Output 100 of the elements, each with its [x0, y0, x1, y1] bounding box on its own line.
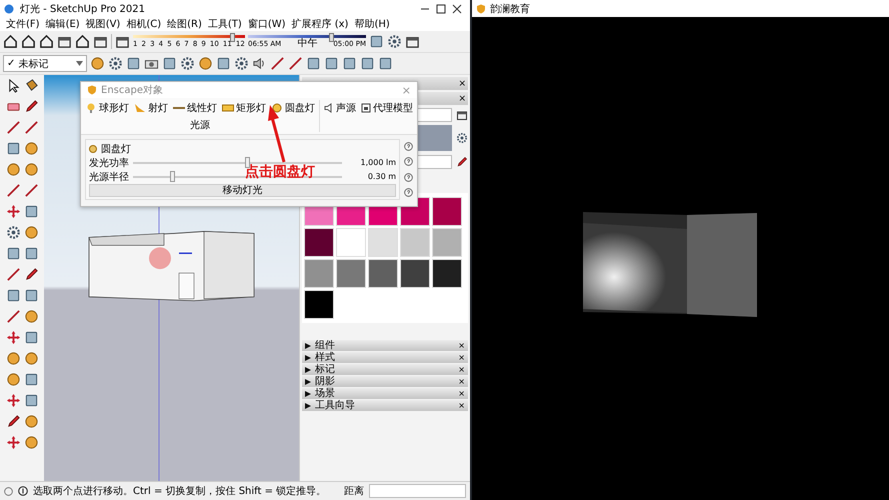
- tag-dropdown[interactable]: ✓ 未标记: [3, 55, 87, 72]
- light-type-button[interactable]: 矩形灯: [221, 100, 267, 116]
- line-icon[interactable]: [270, 56, 285, 71]
- square-icon[interactable]: [6, 246, 20, 261]
- menu-item[interactable]: 相机(C): [123, 18, 164, 30]
- square-icon[interactable]: [24, 372, 38, 387]
- help-icon[interactable]: [404, 157, 413, 166]
- help-icon[interactable]: [404, 142, 413, 152]
- square-icon[interactable]: [360, 56, 375, 71]
- house-icon[interactable]: [21, 34, 36, 49]
- house-icon[interactable]: [39, 34, 54, 49]
- tray-section-header[interactable]: 工具向导 ×: [302, 400, 468, 411]
- line-icon[interactable]: [24, 183, 38, 198]
- gear-icon[interactable]: [180, 56, 195, 71]
- tray-section-header[interactable]: 样式 ×: [302, 352, 468, 363]
- help-icon[interactable]: [404, 172, 413, 182]
- house-icon[interactable]: [75, 34, 90, 49]
- square-icon[interactable]: [24, 330, 38, 345]
- box-icon[interactable]: [115, 34, 130, 49]
- tray-section-header[interactable]: 场景 ×: [302, 388, 468, 399]
- line-icon[interactable]: [288, 56, 303, 71]
- help-icon[interactable]: [404, 188, 413, 197]
- square-icon[interactable]: [162, 56, 177, 71]
- square-icon[interactable]: [24, 393, 38, 408]
- time-slider-thumb[interactable]: [328, 32, 334, 42]
- box-icon[interactable]: [456, 108, 468, 120]
- house-icon[interactable]: [3, 34, 18, 49]
- color-swatch[interactable]: [304, 259, 334, 288]
- circle-icon[interactable]: [24, 162, 38, 177]
- circle-icon[interactable]: [24, 435, 38, 450]
- line-icon[interactable]: [6, 267, 20, 282]
- color-swatch[interactable]: [368, 228, 398, 257]
- help-icon[interactable]: [4, 486, 13, 496]
- color-swatch[interactable]: [400, 228, 430, 257]
- maximize-icon[interactable]: [436, 4, 446, 14]
- color-swatch[interactable]: [336, 259, 366, 288]
- color-swatch[interactable]: [400, 259, 430, 288]
- color-swatch[interactable]: [432, 259, 462, 288]
- line-icon[interactable]: [24, 120, 38, 135]
- menu-item[interactable]: 绘图(R): [164, 18, 205, 30]
- pencil-icon[interactable]: [6, 414, 20, 429]
- circle-icon[interactable]: [24, 351, 38, 366]
- square-icon[interactable]: [24, 204, 38, 219]
- menu-item[interactable]: 扩展程序 (x): [288, 18, 352, 30]
- pencil-icon[interactable]: [24, 99, 38, 114]
- distance-field[interactable]: [369, 484, 466, 498]
- menu-item[interactable]: 工具(T): [204, 18, 245, 30]
- cross-arrows-icon[interactable]: [6, 330, 20, 345]
- square-icon[interactable]: [216, 56, 231, 71]
- square-icon[interactable]: [6, 288, 20, 303]
- light-type-button[interactable]: 球形灯: [84, 100, 130, 116]
- tray-section-header[interactable]: 阴影 ×: [302, 376, 468, 387]
- menu-item[interactable]: 编辑(E): [42, 18, 83, 30]
- circle-icon[interactable]: [6, 372, 20, 387]
- cross-arrows-icon[interactable]: [6, 204, 20, 219]
- close-icon[interactable]: [452, 4, 462, 14]
- gear-icon[interactable]: [456, 132, 468, 144]
- square-icon[interactable]: [306, 56, 321, 71]
- pencil-icon[interactable]: [24, 267, 38, 282]
- circle-icon[interactable]: [24, 414, 38, 429]
- tray-section-header[interactable]: 组件 ×: [302, 340, 468, 351]
- circle-icon[interactable]: [198, 56, 213, 71]
- square-icon[interactable]: [6, 141, 20, 156]
- square-icon[interactable]: [324, 56, 339, 71]
- circle-icon[interactable]: [24, 225, 38, 240]
- circle-icon[interactable]: [24, 309, 38, 324]
- color-swatch[interactable]: [432, 197, 462, 226]
- circle-icon[interactable]: [6, 351, 20, 366]
- menu-item[interactable]: 窗口(W): [244, 18, 289, 30]
- square-icon[interactable]: [342, 56, 357, 71]
- cross-arrows-icon[interactable]: [6, 435, 20, 450]
- line-icon[interactable]: [6, 183, 20, 198]
- color-swatch[interactable]: [304, 290, 334, 319]
- line-icon[interactable]: [6, 120, 20, 135]
- square-icon[interactable]: [369, 34, 384, 49]
- square-icon[interactable]: [24, 246, 38, 261]
- close-button[interactable]: ×: [458, 94, 466, 104]
- gear-icon[interactable]: [108, 56, 123, 71]
- square-icon[interactable]: [24, 288, 38, 303]
- cross-arrows-icon[interactable]: [6, 393, 20, 408]
- gear-icon[interactable]: [387, 34, 402, 49]
- square-icon[interactable]: [126, 56, 141, 71]
- bucket-icon[interactable]: [24, 78, 38, 93]
- circle-icon[interactable]: [24, 141, 38, 156]
- menu-item[interactable]: 视图(V): [82, 18, 124, 30]
- circle-icon[interactable]: [6, 162, 20, 177]
- light-type-button[interactable]: 圆盘灯: [270, 100, 316, 116]
- box-icon[interactable]: [57, 34, 72, 49]
- box-icon[interactable]: [405, 34, 420, 49]
- gear-icon[interactable]: [234, 56, 249, 71]
- color-swatch[interactable]: [432, 228, 462, 257]
- color-swatch[interactable]: [304, 228, 334, 257]
- slider-thumb[interactable]: [170, 170, 175, 182]
- info-icon[interactable]: [18, 486, 28, 496]
- tray-section-header[interactable]: 标记 ×: [302, 364, 468, 375]
- object-type-button[interactable]: 声源: [323, 100, 357, 116]
- box-icon[interactable]: [93, 34, 108, 49]
- move-light-button[interactable]: 移动灯光: [89, 184, 396, 197]
- light-type-button[interactable]: 线性灯: [172, 100, 218, 116]
- close-button[interactable]: ×: [458, 78, 466, 88]
